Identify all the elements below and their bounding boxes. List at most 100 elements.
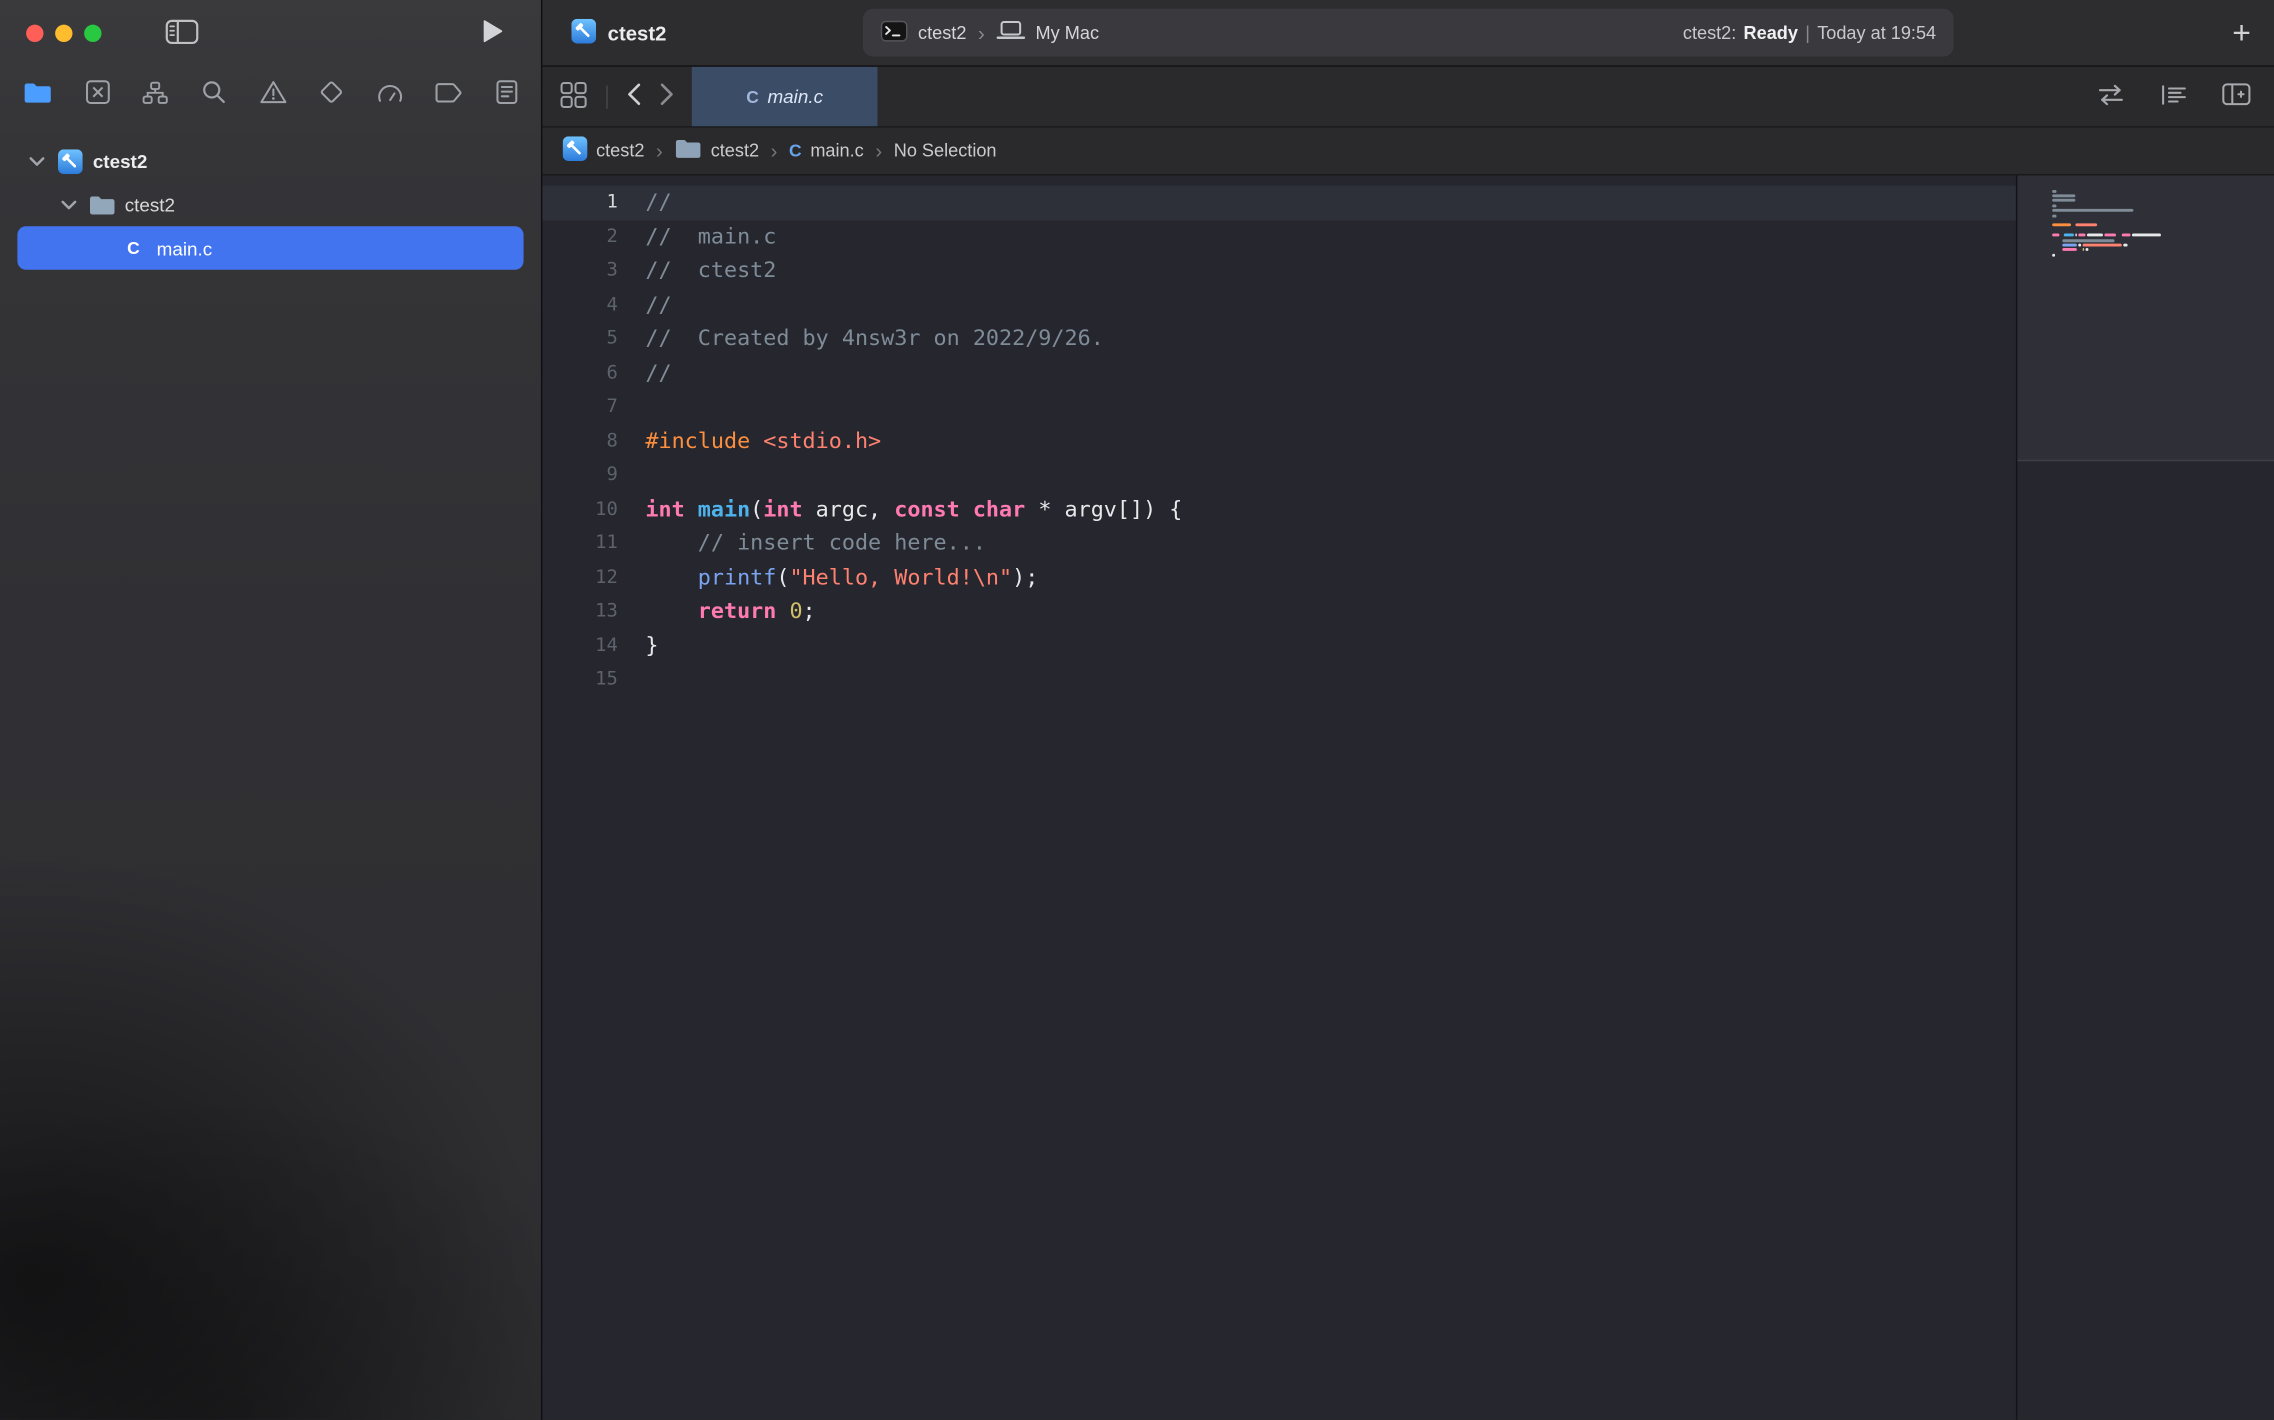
disclosure-chevron-icon[interactable] — [20, 156, 52, 166]
tree-item-ctest2[interactable]: ctest2 — [17, 183, 523, 227]
search-icon — [201, 80, 226, 109]
code-text: // main.c — [638, 220, 776, 254]
zoom-button[interactable] — [84, 25, 101, 42]
xcode-window: ctest2ctest2Cmain.c ctest2 ctest2 › My M… — [0, 0, 2274, 1420]
sidebar-toggle-button[interactable] — [165, 18, 198, 48]
navigator-tab-find[interactable] — [201, 80, 226, 109]
c-file-icon: C — [789, 141, 802, 161]
navigator-tab-source-control[interactable] — [85, 80, 110, 109]
line-number: 13 — [542, 595, 638, 629]
tab-main-c[interactable]: C main.c — [692, 67, 878, 126]
code-line[interactable]: 6// — [542, 356, 2016, 390]
breadcrumb-label: ctest2 — [596, 141, 644, 161]
tab-bar: C main.c — [542, 67, 2274, 128]
code-line[interactable]: 3// ctest2 — [542, 254, 2016, 288]
tree-item-label: main.c — [157, 237, 213, 259]
navigator-tab-tests[interactable] — [319, 80, 344, 109]
related-items-button[interactable] — [560, 80, 588, 112]
tree-item-ctest2[interactable]: ctest2 — [17, 139, 523, 183]
code-line[interactable]: 7 — [542, 390, 2016, 424]
hierarchy-icon — [142, 80, 168, 108]
navigator-tab-debug[interactable] — [377, 80, 403, 108]
code-line[interactable]: 13 return 0; — [542, 595, 2016, 629]
lines-icon — [2161, 83, 2187, 109]
status-project: ctest2: — [1683, 22, 1736, 42]
editor-options — [2096, 67, 2274, 126]
breadcrumb-group[interactable]: ctest2 — [674, 138, 759, 164]
code-line[interactable]: 10int main(int argc, const char * argv[]… — [542, 492, 2016, 526]
navigator-tab-symbols[interactable] — [142, 80, 168, 108]
line-number: 6 — [542, 356, 638, 390]
split-editor-icon — [2222, 83, 2251, 111]
line-number: 2 — [542, 220, 638, 254]
c-file-icon: C — [746, 86, 759, 106]
adjust-editor-button[interactable] — [2161, 83, 2187, 109]
navigator-tab-bar — [0, 67, 541, 122]
navigator-tab-project[interactable] — [23, 80, 52, 108]
status-message: ctest2: Ready | Today at 19:54 — [1683, 22, 1936, 42]
breadcrumb-file[interactable]: C main.c — [789, 141, 864, 161]
close-button[interactable] — [26, 25, 43, 42]
swap-arrows-icon — [2096, 83, 2126, 109]
breadcrumb-selection[interactable]: No Selection — [894, 141, 997, 161]
laptop-icon — [996, 20, 1025, 45]
line-number: 14 — [542, 629, 638, 663]
code-line[interactable]: 11 // insert code here... — [542, 526, 2016, 560]
code-text: // — [638, 356, 671, 390]
line-number: 10 — [542, 492, 638, 526]
main-area: ctest2 ctest2 › My Mac ctest2: Ready | T… — [542, 0, 2274, 1420]
forward-button[interactable] — [660, 83, 675, 111]
code-line[interactable]: 9 — [542, 458, 2016, 492]
code-text: } — [638, 629, 658, 663]
code-line[interactable]: 12 printf("Hello, World!\n"); — [542, 561, 2016, 595]
line-number: 1 — [542, 186, 638, 220]
code-line[interactable]: 5// Created by 4nsw3r on 2022/9/26. — [542, 322, 2016, 356]
toolbar: ctest2 ctest2 › My Mac ctest2: Ready | T… — [542, 0, 2274, 67]
code-line[interactable]: 8#include <stdio.h> — [542, 424, 2016, 458]
scheme-name[interactable]: ctest2 — [918, 22, 966, 42]
code-text: printf("Hello, World!\n"); — [638, 561, 1038, 595]
add-editor-button[interactable] — [2222, 83, 2251, 111]
tab-bar-controls — [542, 67, 674, 126]
code-text: int main(int argc, const char * argv[]) … — [638, 492, 1182, 526]
window-controls — [26, 25, 101, 42]
status-state: Ready — [1744, 22, 1798, 42]
run-button[interactable] — [481, 19, 503, 48]
code-line[interactable]: 15 — [542, 663, 2016, 697]
code-review-button[interactable] — [2096, 83, 2126, 109]
code-text: #include <stdio.h> — [638, 424, 881, 458]
destination-name[interactable]: My Mac — [1036, 22, 1099, 42]
minimize-button[interactable] — [55, 25, 72, 42]
back-button[interactable] — [627, 83, 642, 111]
xcode-project-icon — [571, 18, 596, 47]
minimap[interactable] — [2016, 175, 2274, 1419]
document-icon — [496, 80, 518, 109]
navigator-tab-reports[interactable] — [496, 80, 518, 109]
minimap-viewport[interactable] — [2017, 175, 2274, 461]
line-number: 7 — [542, 390, 638, 424]
navigator-tab-issues[interactable] — [259, 80, 287, 109]
xcode-project-icon — [52, 149, 87, 174]
scheme-icon — [880, 20, 908, 46]
line-number: 8 — [542, 424, 638, 458]
code-line[interactable]: 4// — [542, 288, 2016, 322]
breadcrumb-label: main.c — [810, 141, 863, 161]
tree-item-main.c[interactable]: Cmain.c — [17, 226, 523, 270]
code-line[interactable]: 1// — [542, 186, 2016, 220]
chevron-left-icon — [627, 83, 642, 111]
chevron-separator: › — [656, 139, 663, 162]
navigator-tab-breakpoints[interactable] — [436, 82, 464, 107]
breadcrumb-project[interactable]: ctest2 — [563, 136, 645, 165]
add-tab-button[interactable]: + — [2232, 0, 2251, 67]
code-line[interactable]: 14} — [542, 629, 2016, 663]
line-number: 11 — [542, 526, 638, 560]
line-number: 3 — [542, 254, 638, 288]
disclosure-chevron-icon[interactable] — [52, 199, 84, 209]
warning-triangle-icon — [259, 80, 287, 109]
toolbar-project-title: ctest2 — [608, 21, 667, 44]
code-area[interactable]: 1//2// main.c3// ctest24//5// Created by… — [542, 175, 2016, 1419]
code-line[interactable]: 2// main.c — [542, 220, 2016, 254]
activity-view[interactable]: ctest2 › My Mac ctest2: Ready | Today at… — [863, 9, 1954, 57]
tab-label: main.c — [767, 86, 823, 108]
chevron-separator: › — [875, 139, 882, 162]
